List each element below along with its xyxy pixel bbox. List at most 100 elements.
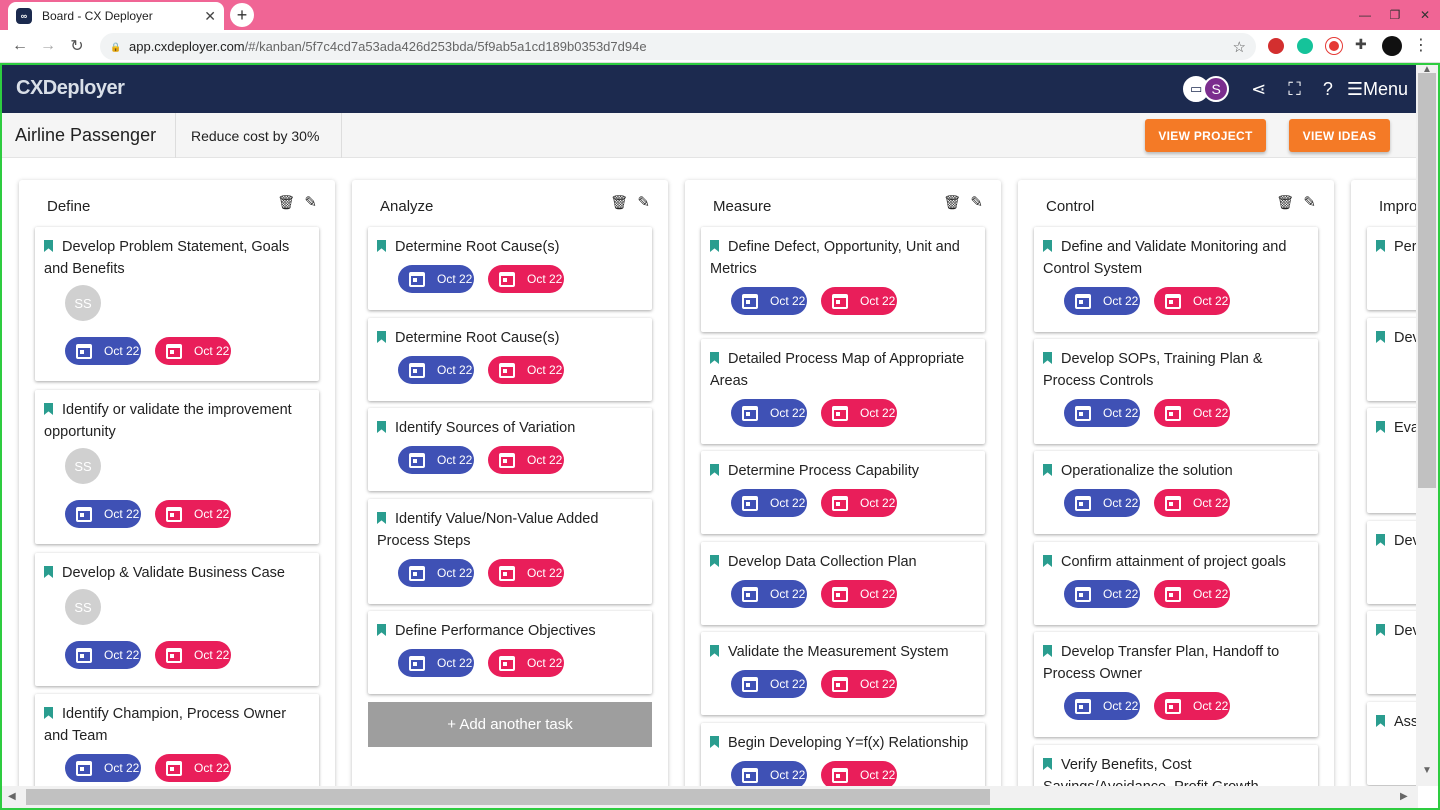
vertical-scroll-thumb[interactable] — [1418, 73, 1436, 488]
task-card[interactable]: Identify Champion, Process Owner and Tea… — [35, 694, 319, 786]
start-date-chip[interactable]: Oct 22 — [65, 500, 141, 528]
task-card[interactable]: Confirm attainment of project goals Oct 2… — [1034, 542, 1318, 625]
task-card[interactable]: Develop — [1367, 521, 1418, 604]
task-card[interactable]: Develop & Validate Business Case SS Oct 22… — [35, 553, 319, 686]
due-date-chip[interactable]: Oct 22 — [488, 265, 564, 293]
reload-icon[interactable]: ↻ — [67, 36, 87, 56]
vertical-scrollbar[interactable]: ▲ ▼ — [1416, 65, 1438, 786]
due-date-chip[interactable]: Oct 22 — [821, 399, 897, 427]
edit-column-icon[interactable]: ✎ — [637, 193, 650, 211]
fullscreen-icon[interactable]: ⛶ — [1288, 79, 1301, 100]
delete-column-icon[interactable]: 🗑 — [610, 194, 628, 211]
assignee-avatar[interactable]: SS — [65, 285, 101, 321]
close-window-button[interactable]: ✕ — [1410, 0, 1440, 30]
profile-avatar-icon[interactable] — [1382, 36, 1402, 56]
due-date-chip[interactable]: Oct 22 — [155, 641, 231, 669]
due-date-chip[interactable]: Oct 22 — [1154, 287, 1230, 315]
due-date-chip[interactable]: Oct 22 — [821, 287, 897, 315]
task-card[interactable]: Develop — [1367, 611, 1418, 694]
back-icon[interactable]: ← — [10, 36, 30, 56]
extensions-puzzle-icon[interactable]: ✚ — [1355, 36, 1371, 52]
start-date-chip[interactable]: Oct 22 — [398, 356, 474, 384]
due-date-chip[interactable]: Oct 22 — [1154, 692, 1230, 720]
start-date-chip[interactable]: Oct 22 — [731, 580, 807, 608]
task-card[interactable]: Determine Process Capability Oct 22 Oct 22 — [701, 451, 985, 534]
new-tab-button[interactable]: + — [230, 3, 254, 27]
browser-tab[interactable]: ∞ Board - CX Deployer ✕ — [8, 2, 224, 30]
url-field[interactable]: 🔒 app.cxdeployer.com/#/kanban/5f7c4cd7a5… — [100, 33, 1256, 60]
start-date-chip[interactable]: Oct 22 — [398, 649, 474, 677]
due-date-chip[interactable]: Oct 22 — [155, 337, 231, 365]
start-date-chip[interactable]: Oct 22 — [1064, 287, 1140, 315]
assignee-avatar[interactable]: SS — [65, 589, 101, 625]
add-task-button[interactable]: + Add another task — [368, 702, 652, 747]
task-card[interactable]: Define Defect, Opportunity, Unit and Met… — [701, 227, 985, 332]
start-date-chip[interactable]: Oct 22 — [398, 559, 474, 587]
horizontal-scrollbar[interactable]: ◀ ▶ — [2, 786, 1418, 808]
grammarly-extension-icon[interactable] — [1297, 38, 1313, 54]
start-date-chip[interactable]: Oct 22 — [731, 489, 807, 517]
start-date-chip[interactable]: Oct 22 — [731, 670, 807, 698]
start-date-chip[interactable]: Oct 22 — [731, 761, 807, 786]
start-date-chip[interactable]: Oct 22 — [65, 337, 141, 365]
view-ideas-button[interactable]: VIEW IDEAS — [1289, 119, 1390, 152]
due-date-chip[interactable]: Oct 22 — [1154, 580, 1230, 608]
task-card[interactable]: Develop — [1367, 318, 1418, 401]
due-date-chip[interactable]: Oct 22 — [821, 580, 897, 608]
task-card[interactable]: Evaluate Solutions — [1367, 408, 1418, 513]
restore-window-button[interactable]: ❐ — [1380, 0, 1410, 30]
close-tab-icon[interactable]: ✕ — [204, 8, 216, 25]
record-extension-icon[interactable] — [1326, 38, 1342, 54]
minimize-window-button[interactable]: — — [1350, 0, 1380, 30]
task-card[interactable]: Identify Sources of Variation Oct 22 Oct 2… — [368, 408, 652, 491]
start-date-chip[interactable]: Oct 22 — [731, 287, 807, 315]
delete-column-icon[interactable]: 🗑 — [943, 194, 961, 211]
edit-column-icon[interactable]: ✎ — [1303, 193, 1316, 211]
share-icon[interactable]: ⋖ — [1251, 79, 1266, 100]
task-card[interactable]: Determine Root Cause(s) Oct 22 Oct 22 — [368, 227, 652, 310]
due-date-chip[interactable]: Oct 22 — [821, 761, 897, 786]
start-date-chip[interactable]: Oct 22 — [1064, 692, 1140, 720]
task-card[interactable]: Verify Benefits, Cost Savings/Avoidance,… — [1034, 745, 1318, 786]
task-card[interactable]: Identify Value/Non-Value Added Process S… — [368, 499, 652, 604]
horizontal-scroll-thumb[interactable] — [26, 789, 990, 805]
due-date-chip[interactable]: Oct 22 — [155, 754, 231, 782]
due-date-chip[interactable]: Oct 22 — [1154, 399, 1230, 427]
start-date-chip[interactable]: Oct 22 — [65, 641, 141, 669]
task-card[interactable]: Detailed Process Map of Appropriate Area… — [701, 339, 985, 444]
start-date-chip[interactable]: Oct 22 — [65, 754, 141, 782]
start-date-chip[interactable]: Oct 22 — [398, 446, 474, 474]
adblock-extension-icon[interactable] — [1268, 38, 1284, 54]
help-icon[interactable]: ? — [1323, 79, 1333, 100]
edit-column-icon[interactable]: ✎ — [304, 193, 317, 211]
task-card[interactable]: Define Performance Objectives Oct 22 Oct 2… — [368, 611, 652, 694]
task-card[interactable]: Develop SOPs, Training Plan & Process Co… — [1034, 339, 1318, 444]
task-card[interactable]: Identify or validate the improvement opp… — [35, 390, 319, 544]
menu-button[interactable]: ☰Menu — [1347, 79, 1408, 100]
edit-column-icon[interactable]: ✎ — [970, 193, 983, 211]
task-card[interactable]: Develop Transfer Plan, Handoff to Proces… — [1034, 632, 1318, 737]
due-date-chip[interactable]: Oct 22 — [821, 670, 897, 698]
task-card[interactable]: Define and Validate Monitoring and Contr… — [1034, 227, 1318, 332]
due-date-chip[interactable]: Oct 22 — [155, 500, 231, 528]
delete-column-icon[interactable]: 🗑 — [1276, 194, 1294, 211]
due-date-chip[interactable]: Oct 22 — [1154, 489, 1230, 517]
due-date-chip[interactable]: Oct 22 — [821, 489, 897, 517]
view-project-button[interactable]: VIEW PROJECT — [1145, 119, 1266, 152]
task-card[interactable]: Validate the Measurement System Oct 22 Oct… — [701, 632, 985, 715]
user-avatar[interactable]: S — [1203, 76, 1230, 102]
task-card[interactable]: Operationalize the solution Oct 22 Oct 22 — [1034, 451, 1318, 534]
start-date-chip[interactable]: Oct 22 — [1064, 489, 1140, 517]
task-card[interactable]: Assess Solutions — [1367, 702, 1418, 785]
task-card[interactable]: Determine Root Cause(s) Oct 22 Oct 22 — [368, 318, 652, 401]
bookmark-star-icon[interactable]: ☆ — [1233, 38, 1246, 56]
start-date-chip[interactable]: Oct 22 — [1064, 399, 1140, 427]
due-date-chip[interactable]: Oct 22 — [488, 446, 564, 474]
forward-icon[interactable]: → — [38, 36, 58, 56]
delete-column-icon[interactable]: 🗑 — [277, 194, 295, 211]
due-date-chip[interactable]: Oct 22 — [488, 356, 564, 384]
task-card[interactable]: Perform — [1367, 227, 1418, 310]
start-date-chip[interactable]: Oct 22 — [1064, 580, 1140, 608]
assignee-avatar[interactable]: SS — [65, 448, 101, 484]
start-date-chip[interactable]: Oct 22 — [731, 399, 807, 427]
